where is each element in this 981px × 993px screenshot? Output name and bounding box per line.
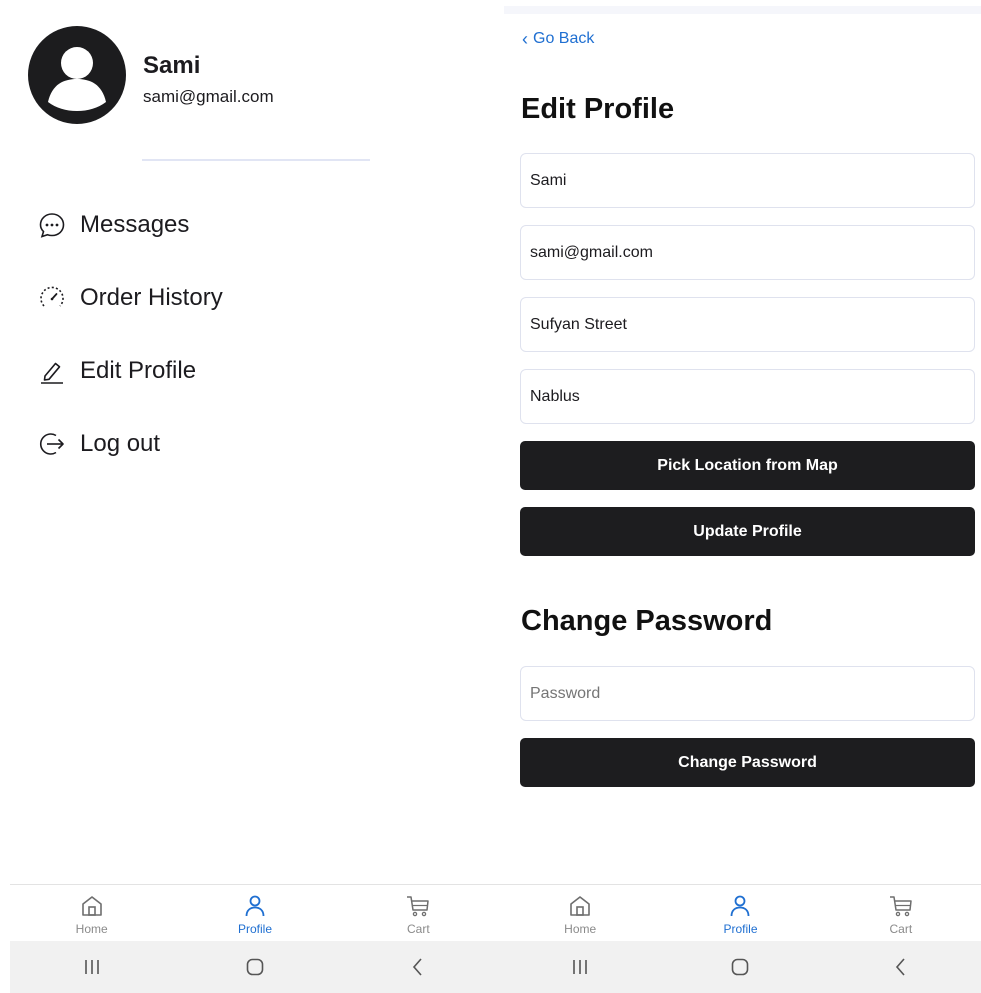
avatar-icon[interactable] bbox=[28, 26, 126, 124]
chat-bubble-icon bbox=[39, 213, 65, 238]
password-field[interactable] bbox=[520, 666, 975, 721]
go-back-label: Go Back bbox=[533, 30, 595, 47]
recent-apps-icon bbox=[84, 960, 99, 974]
nav-label: Profile bbox=[237, 922, 272, 936]
home-system-button[interactable] bbox=[660, 956, 820, 978]
update-profile-button[interactable]: Update Profile bbox=[520, 507, 975, 556]
change-password-title: Change Password bbox=[521, 605, 773, 637]
cart-icon bbox=[407, 896, 430, 917]
recent-apps-button[interactable] bbox=[10, 956, 173, 978]
menu-item-messages[interactable]: Messages bbox=[38, 205, 189, 245]
back-chevron-icon bbox=[413, 958, 422, 976]
person-icon bbox=[731, 895, 750, 917]
back-system-button[interactable] bbox=[821, 956, 981, 978]
nav-label: Home bbox=[75, 922, 108, 936]
password-input[interactable] bbox=[521, 667, 974, 720]
menu-item-log-out[interactable]: Log out bbox=[38, 424, 160, 464]
back-chevron-icon bbox=[895, 958, 905, 976]
nav-profile[interactable]: Profile bbox=[173, 885, 336, 941]
email-input[interactable] bbox=[521, 226, 974, 279]
menu-item-label: Order History bbox=[80, 284, 223, 311]
street-field[interactable] bbox=[520, 297, 975, 352]
nav-cart[interactable]: Cart bbox=[821, 885, 981, 941]
name-input[interactable] bbox=[521, 154, 974, 207]
nav-label: Cart bbox=[406, 922, 430, 936]
system-nav-bar bbox=[10, 941, 500, 993]
bottom-nav: Home Profile Cart bbox=[10, 884, 500, 941]
nav-profile[interactable]: Profile bbox=[660, 885, 820, 941]
profile-menu-screen: Sami sami@gmail.com Messages Order Histo… bbox=[0, 0, 500, 993]
status-strip bbox=[504, 6, 981, 14]
email-field[interactable] bbox=[520, 225, 975, 280]
user-email: sami@gmail.com bbox=[143, 87, 274, 106]
home-icon bbox=[570, 896, 590, 916]
back-system-button[interactable] bbox=[337, 956, 500, 978]
bottom-nav: Home Profile Cart bbox=[500, 884, 981, 941]
change-password-button[interactable]: Change Password bbox=[520, 738, 975, 787]
menu-item-order-history[interactable]: Order History bbox=[38, 278, 223, 318]
menu-item-label: Edit Profile bbox=[80, 357, 197, 384]
edit-profile-screen: ‹ Go Back Edit Profile Pick Location fro… bbox=[500, 0, 981, 993]
divider bbox=[142, 159, 370, 161]
system-nav-bar bbox=[500, 941, 981, 993]
home-system-button[interactable] bbox=[173, 956, 336, 978]
go-back-link[interactable]: ‹ Go Back bbox=[522, 30, 594, 48]
cart-icon bbox=[889, 896, 912, 917]
nav-home[interactable]: Home bbox=[500, 885, 660, 941]
pencil-icon bbox=[41, 362, 63, 384]
street-input[interactable] bbox=[521, 298, 974, 351]
pick-location-button[interactable]: Pick Location from Map bbox=[520, 441, 975, 490]
logout-icon bbox=[40, 433, 64, 455]
name-field[interactable] bbox=[520, 153, 975, 208]
recent-apps-button[interactable] bbox=[500, 956, 660, 978]
recent-apps-icon bbox=[573, 960, 587, 974]
person-icon bbox=[245, 895, 265, 917]
nav-label: Home bbox=[564, 922, 597, 936]
nav-cart[interactable]: Cart bbox=[337, 885, 500, 941]
edit-profile-title: Edit Profile bbox=[521, 93, 675, 125]
home-icon bbox=[81, 896, 102, 916]
menu-item-edit-profile[interactable]: Edit Profile bbox=[38, 351, 196, 391]
city-field[interactable] bbox=[520, 369, 975, 424]
nav-home[interactable]: Home bbox=[10, 885, 173, 941]
home-square-icon bbox=[246, 958, 264, 976]
city-input[interactable] bbox=[521, 370, 974, 423]
nav-label: Cart bbox=[889, 922, 913, 936]
speedometer-icon bbox=[40, 286, 64, 307]
menu-item-label: Log out bbox=[80, 430, 161, 457]
menu-item-label: Messages bbox=[80, 211, 190, 238]
user-name: Sami bbox=[143, 52, 201, 79]
chevron-left-icon: ‹ bbox=[522, 29, 528, 49]
home-square-icon bbox=[732, 958, 749, 976]
nav-label: Profile bbox=[723, 922, 758, 936]
